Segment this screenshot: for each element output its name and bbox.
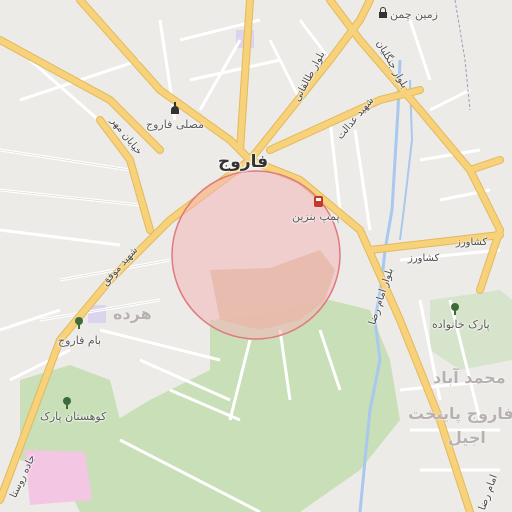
poi-label-bam-farooj[interactable]: بام فاروج [58,334,101,347]
poi-label-pomp-benzin[interactable]: پمپ بنزین [292,210,340,223]
district-label-ajil: اجیل [448,428,486,447]
district-label-mohammad-abad: محمد آباد [433,368,506,387]
poi-label-mosala-farooj[interactable]: مصلی فاروج [146,118,204,131]
road-label-keshavarz-2: کشاورز [408,253,440,264]
sports-field-icon[interactable] [376,6,390,20]
poi-label-zamin-chaman[interactable]: زمین چمن [390,8,438,21]
district-label-harde: هرده [113,304,152,323]
mosque-icon[interactable] [168,102,182,116]
poi-label-kuhestan-park[interactable]: کوهستان پارک [40,410,106,423]
city-label: فاروج [218,152,269,172]
map-canvas[interactable]: فاروج هرده محمد آباد فاروج پایتخت اجیل ب… [0,0,512,512]
park-khanevadeh-tree-icon[interactable] [448,302,462,316]
fuel-station-icon[interactable] [314,196,323,207]
kuhestan-park-tree-icon[interactable] [60,396,74,410]
bam-farooj-tree-icon[interactable] [72,316,86,330]
poi-label-park-khanevadeh[interactable]: پارک خانواده [432,318,490,331]
road-label-keshavarz-1: کشاورز [456,237,488,248]
district-label-farooj-paytakht: فاروج پایتخت [408,404,512,423]
